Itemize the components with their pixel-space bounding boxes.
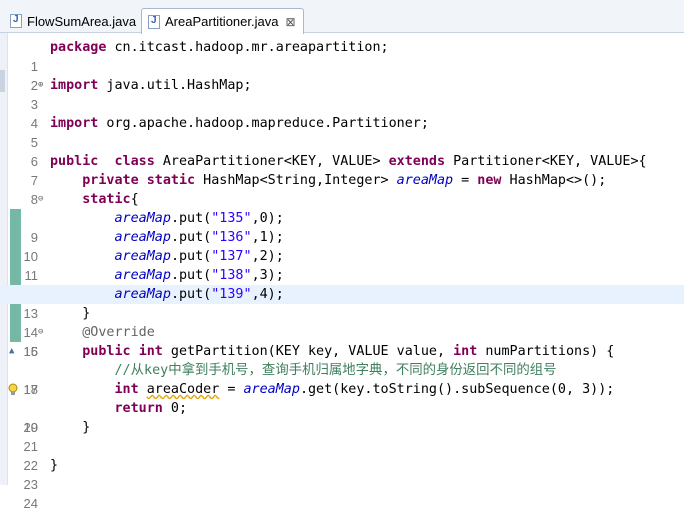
- code-text: package cn.itcast.hadoop.mr.areapartitio…: [50, 40, 389, 55]
- code-line: 3 ⊕ import java.util.HashMap;: [0, 76, 684, 112]
- fold-collapse-icon[interactable]: ⊖: [38, 323, 48, 342]
- code-text: areaMap.put("137",2);: [114, 249, 284, 264]
- code-text: import java.util.HashMap;: [50, 78, 252, 93]
- code-text: }: [50, 306, 91, 321]
- code-line: 10 areaMap.put("135",0);: [0, 209, 684, 264]
- code-text: areaMap.put("139",4);: [114, 287, 284, 302]
- override-marker-icon: ▲: [9, 346, 15, 356]
- code-line: 19 int areaCoder = areaMap.get(key.toStr…: [0, 380, 684, 435]
- code-text: int areaCoder = areaMap.get(key.toString…: [114, 382, 615, 397]
- warning-lightbulb-icon[interactable]: [8, 383, 18, 396]
- code-line: 23 }: [0, 456, 684, 492]
- java-file-icon: [148, 14, 160, 29]
- code-text: return 0;: [114, 401, 188, 416]
- code-line: 6: [0, 133, 684, 169]
- code-line: 15 }: [0, 304, 684, 359]
- code-editor[interactable]: 1 package cn.itcast.hadoop.mr.areapartit…: [0, 33, 684, 511]
- editor-tab-bar: FlowSumArea.java AreaPartitioner.java ⊠: [0, 0, 684, 34]
- tab-label: FlowSumArea.java: [27, 13, 137, 29]
- code-text: }: [50, 420, 91, 435]
- code-line: 5 import org.apache.hadoop.mapreduce.Par…: [0, 114, 684, 150]
- code-line: 2: [0, 57, 684, 93]
- tab-label: AreaPartitioner.java: [165, 14, 279, 29]
- code-line: 9 ⊖ static{: [0, 190, 684, 245]
- code-text: areaMap.put("138",3);: [114, 268, 284, 283]
- close-tab-icon[interactable]: ⊠: [285, 15, 295, 29]
- code-line: 11 areaMap.put("136",1);: [0, 228, 684, 283]
- code-line: 22: [0, 437, 684, 473]
- code-line: 13 areaMap.put("138",3);: [0, 266, 684, 321]
- code-line: 21 }: [0, 418, 684, 454]
- code-line: 7 public class AreaPartitioner<KEY, VALU…: [0, 152, 684, 188]
- code-text: areaMap.put("135",0);: [114, 211, 284, 226]
- fold-expand-icon[interactable]: ⊕: [38, 76, 48, 95]
- code-text: import org.apache.hadoop.mapreduce.Parti…: [50, 116, 429, 131]
- code-text: static{: [82, 192, 139, 207]
- code-line: 8 private static HashMap<String,Integer>…: [0, 171, 684, 207]
- fold-collapse-icon[interactable]: ⊖: [38, 190, 48, 209]
- tab-areapartitioner[interactable]: AreaPartitioner.java ⊠: [141, 8, 304, 34]
- code-text: public class AreaPartitioner<KEY, VALUE>…: [50, 154, 647, 169]
- code-text: //从key中拿到手机号，查询手机归属地字典，不同的身份返回不同的组号: [114, 363, 557, 378]
- code-line: 16 ⊖ @Override: [0, 323, 684, 359]
- line-number: 24: [23, 496, 38, 511]
- tab-flowsumarea[interactable]: FlowSumArea.java: [4, 9, 140, 33]
- code-text: private static HashMap<String,Integer> a…: [82, 173, 607, 188]
- code-text: }: [50, 458, 59, 473]
- code-text: @Override: [82, 325, 155, 340]
- code-text: areaMap.put("136",1);: [114, 230, 284, 245]
- java-file-icon: [10, 14, 22, 28]
- code-line: 12 areaMap.put("137",2);: [0, 247, 684, 302]
- code-line: 4: [0, 95, 684, 131]
- code-line: ▲ 17 public int getPartition(KEY key, VA…: [0, 342, 684, 397]
- current-code-line: 14 areaMap.put("139",4);: [0, 285, 684, 340]
- code-text: public int getPartition(KEY key, VALUE v…: [82, 344, 615, 359]
- code-line: 18 //从key中拿到手机号，查询手机归属地字典，不同的身份返回不同的组号: [0, 361, 684, 397]
- code-line: 1 package cn.itcast.hadoop.mr.areapartit…: [0, 38, 684, 74]
- code-line: 20 return 0;: [0, 399, 684, 435]
